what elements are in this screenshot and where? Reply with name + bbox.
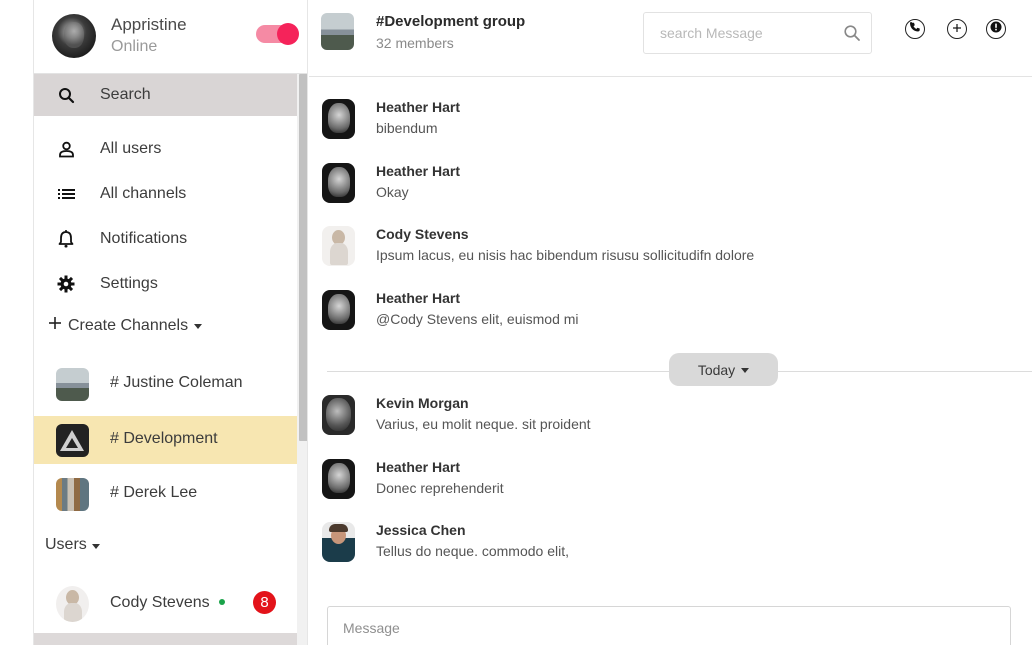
unread-badge: 8 [253, 591, 276, 614]
sidebar-item-label: Notifications [100, 230, 188, 247]
date-divider-label: Today [697, 361, 736, 378]
avatar[interactable] [322, 395, 355, 435]
channel-label: # Development [110, 430, 218, 447]
bell-icon [56, 229, 76, 249]
message-text: Donec reprehenderit [376, 480, 504, 496]
avatar[interactable] [322, 290, 355, 330]
message-text: Okay [376, 184, 409, 200]
message-author[interactable]: Jessica Chen [376, 522, 466, 538]
message-author[interactable]: Heather Hart [376, 163, 460, 179]
avatar[interactable] [322, 522, 355, 562]
caret-down-icon [194, 324, 203, 329]
user-icon [56, 139, 76, 159]
phone-icon [909, 20, 921, 38]
message-item: Jessica Chen Tellus do neque. commodo el… [309, 522, 1009, 574]
list-icon [56, 184, 76, 204]
channel-thumbnail [56, 368, 89, 401]
channel-item-justine-coleman[interactable]: # Justine Coleman [34, 360, 297, 408]
date-divider-button[interactable]: Today [669, 353, 778, 386]
message-author[interactable]: Heather Hart [376, 99, 460, 115]
chat-main: #Development group 32 members search Mes… [309, 0, 1032, 645]
message-text: @Cody Stevens elit, euismod mi [376, 311, 579, 327]
channel-item-derek-lee[interactable]: # Derek Lee [34, 470, 297, 518]
group-title: #Development group [376, 13, 526, 30]
users-section-toggle[interactable]: Users [45, 536, 100, 554]
sidebar-scrollbar[interactable] [297, 74, 307, 645]
sidebar: Appristine Online Search All users All c… [33, 0, 308, 645]
info-button[interactable] [986, 19, 1006, 39]
message-item: Heather Hart bibendum [309, 99, 1009, 151]
profile-status: Online [111, 38, 158, 55]
channel-label: # Derek Lee [110, 484, 198, 501]
message-item: Heather Hart Donec reprehenderit [309, 459, 1009, 511]
sidebar-item-label: All users [100, 140, 162, 157]
sidebar-item-label: Settings [100, 275, 158, 292]
next-list-item[interactable] [34, 633, 297, 645]
sidebar-item-all-channels[interactable]: All channels [34, 173, 297, 215]
user-name: Cody Stevens [110, 594, 210, 611]
scroll-thumb[interactable] [299, 74, 307, 441]
message-author[interactable]: Kevin Morgan [376, 395, 469, 411]
message-author[interactable]: Heather Hart [376, 290, 460, 306]
message-item: Heather Hart Okay [309, 163, 1009, 215]
message-input[interactable] [328, 607, 1010, 645]
profile-header: Appristine Online [34, 0, 307, 74]
message-text: Varius, eu molit neque. sit proident [376, 416, 591, 432]
message-composer [327, 606, 1011, 645]
avatar[interactable] [322, 99, 355, 139]
avatar[interactable] [322, 226, 355, 266]
avatar[interactable] [52, 14, 96, 58]
message-text: bibendum [376, 120, 438, 136]
sidebar-item-all-users[interactable]: All users [34, 128, 297, 170]
user-item-cody-stevens[interactable]: Cody Stevens 8 [34, 580, 297, 626]
info-icon [990, 20, 1002, 38]
group-member-count: 32 members [376, 35, 454, 51]
gear-icon [56, 274, 76, 294]
message-item: Cody Stevens Ipsum lacus, eu nisis hac b… [309, 226, 1009, 278]
profile-name: Appristine [111, 15, 187, 34]
chat-app: Appristine Online Search All users All c… [0, 0, 1032, 645]
online-toggle[interactable] [256, 23, 299, 45]
toggle-knob [277, 23, 299, 45]
search-icon [56, 85, 76, 105]
sidebar-item-search[interactable]: Search [34, 74, 297, 116]
create-channels-button[interactable]: Create Channels [48, 316, 203, 335]
message-text: Ipsum lacus, eu nisis hac bibendum risus… [376, 247, 755, 263]
plus-icon [952, 20, 962, 38]
channel-thumbnail [56, 424, 89, 457]
plus-icon [48, 316, 62, 335]
call-button[interactable] [905, 19, 925, 39]
message-item: Kevin Morgan Varius, eu molit neque. sit… [309, 395, 1009, 447]
create-channels-label: Create Channels [68, 316, 189, 334]
sidebar-item-settings[interactable]: Settings [34, 263, 297, 305]
search-icon[interactable] [843, 24, 861, 42]
channel-label: # Justine Coleman [110, 374, 243, 391]
channel-item-development[interactable]: # Development [34, 416, 297, 464]
message-author[interactable]: Cody Stevens [376, 226, 469, 242]
online-indicator [219, 599, 225, 605]
caret-down-icon [91, 543, 100, 549]
search-input[interactable] [644, 13, 834, 53]
users-label: Users [45, 536, 87, 553]
avatar[interactable] [322, 163, 355, 203]
sidebar-item-label: Search [100, 86, 151, 103]
message-author[interactable]: Heather Hart [376, 459, 460, 475]
message-text: Tellus do neque. commodo elit, [376, 543, 569, 559]
avatar[interactable] [322, 459, 355, 499]
sidebar-item-label: All channels [100, 185, 187, 202]
message-search [643, 12, 872, 54]
avatar [56, 586, 89, 622]
chat-header: #Development group 32 members [309, 0, 1032, 77]
sidebar-item-notifications[interactable]: Notifications [34, 218, 297, 260]
caret-down-icon [741, 368, 750, 373]
channel-thumbnail [56, 478, 89, 511]
group-thumbnail [321, 13, 354, 50]
message-item: Heather Hart @Cody Stevens elit, euismod… [309, 290, 1009, 342]
add-button[interactable] [947, 19, 967, 39]
